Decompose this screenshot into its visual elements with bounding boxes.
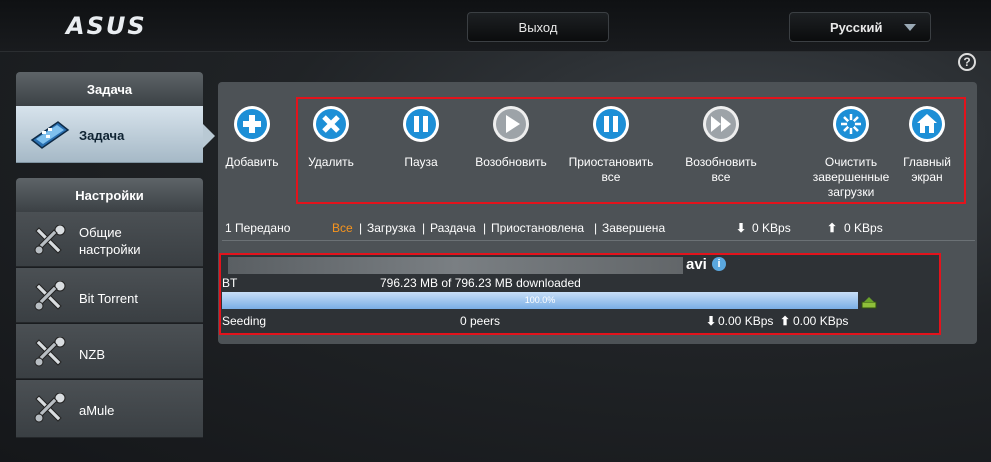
sidebar-item-general-settings[interactable]: Общие настройки [16, 212, 203, 267]
divider [222, 240, 975, 241]
pause-icon [593, 106, 629, 142]
delete-button[interactable]: Удалить [298, 105, 364, 170]
language-select[interactable]: Русский [789, 12, 931, 42]
resume-button[interactable]: Возобновить [470, 105, 552, 170]
filter-separator: | [483, 221, 487, 235]
download-highlight [219, 253, 941, 335]
filter-all[interactable]: Все [332, 221, 353, 235]
sparkle-icon [833, 106, 869, 142]
filter-separator: | [359, 221, 363, 235]
active-pointer [203, 124, 215, 148]
add-label: Добавить [225, 155, 279, 169]
total-up-speed: 0 KBps [844, 221, 883, 235]
label-line: настройки [79, 242, 141, 257]
pause-all-label: все [601, 170, 621, 184]
language-value: Русский [830, 19, 883, 35]
pause-icon [403, 106, 439, 142]
filter-separator: | [422, 221, 426, 235]
resume-all-label: Возобновить [685, 155, 757, 169]
task-heading: Задача [16, 72, 203, 106]
transfer-count: 1 Передано [225, 221, 291, 235]
pause-all-button[interactable]: Приостановить все [563, 105, 659, 185]
resume-label: Возобновить [475, 155, 547, 169]
home-label: экран [911, 170, 943, 184]
sidebar-item-amule[interactable]: aMule [16, 380, 203, 438]
label-line: Общие [79, 225, 122, 240]
arrow-up-icon: ⬆ [827, 221, 838, 235]
task-monitor-icon [30, 121, 70, 149]
arrow-down-icon: ⬇ [736, 221, 747, 235]
add-button[interactable]: Добавить [221, 105, 283, 170]
sidebar-item-nzb[interactable]: NZB [16, 324, 203, 379]
plus-icon [234, 106, 270, 142]
clear-completed-button[interactable]: Очистить завершенные загрузки [805, 105, 897, 200]
clear-label: Очистить [824, 155, 878, 169]
sidebar-item-task[interactable]: Задача [16, 106, 203, 163]
wrench-icon [34, 281, 66, 311]
play-icon [493, 106, 529, 142]
close-icon [313, 106, 349, 142]
home-button[interactable]: Главный экран [896, 105, 958, 185]
delete-label: Удалить [308, 155, 354, 169]
wrench-icon [34, 225, 66, 255]
pause-label: Пауза [404, 155, 438, 169]
sidebar-item-bittorrent[interactable]: Bit Torrent [16, 268, 203, 323]
clear-label: загрузки [827, 185, 875, 199]
top-bar: ASUS Выход Русский [0, 0, 991, 52]
clear-label: завершенные [812, 170, 890, 184]
total-down-speed: 0 KBps [752, 221, 791, 235]
filter-finished[interactable]: Завершена [602, 221, 665, 235]
pause-button[interactable]: Пауза [390, 105, 452, 170]
wrench-icon [34, 393, 66, 423]
resume-all-button[interactable]: Возобновить все [679, 105, 763, 185]
filter-paused[interactable]: Приостановлена [491, 221, 584, 235]
logout-button[interactable]: Выход [467, 12, 609, 42]
asus-logo: ASUS [66, 12, 147, 40]
fast-forward-icon [703, 106, 739, 142]
filter-separator: | [594, 221, 598, 235]
sidebar-item-label: NZB [79, 347, 105, 362]
filter-seeding[interactable]: Раздача [430, 221, 476, 235]
filter-downloading[interactable]: Загрузка [367, 221, 416, 235]
settings-heading: Настройки [16, 178, 203, 212]
home-icon [909, 106, 945, 142]
resume-all-label: все [711, 170, 731, 184]
pause-all-label: Приостановить [568, 155, 654, 169]
wrench-icon [34, 337, 66, 367]
home-label: Главный [903, 155, 951, 169]
sidebar-item-label: Задача [79, 128, 125, 143]
help-icon[interactable]: ? [958, 53, 976, 71]
chevron-down-icon [904, 24, 916, 31]
sidebar-item-label: aMule [79, 403, 115, 418]
sidebar-item-label: Bit Torrent [79, 291, 139, 306]
sidebar-item-label: Общие настройки [79, 224, 141, 258]
